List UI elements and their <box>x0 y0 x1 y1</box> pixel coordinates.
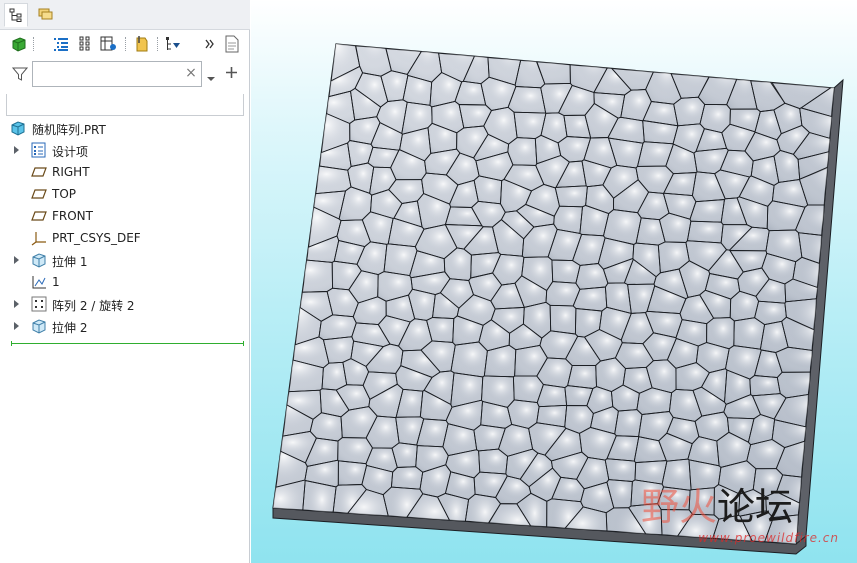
voronoi-cell <box>749 375 781 397</box>
tree-item-label: 阵列 2 / 旋转 2 <box>52 299 135 313</box>
tree-item-label: RIGHT <box>52 165 90 179</box>
insert-here-line[interactable] <box>11 341 244 346</box>
voronoi-cell <box>775 346 834 373</box>
voronoi-cell <box>636 387 673 415</box>
tree-item-extrude-1[interactable]: 拉伸 1 <box>0 249 248 271</box>
tree-item-label: TOP <box>52 187 77 201</box>
panel-tab-strip <box>0 0 250 30</box>
tree-item-front[interactable]: FRONT <box>0 205 248 227</box>
model-render <box>272 43 844 555</box>
model-tree-toolbar <box>0 30 250 58</box>
datum-plane-icon <box>31 211 47 221</box>
tree-item-extrude-2[interactable]: 拉伸 2 <box>0 315 248 337</box>
tree-item-design-items[interactable]: 设计项 <box>0 139 248 161</box>
tree-item-label: FRONT <box>52 209 93 223</box>
voronoi-cell <box>614 409 643 438</box>
pattern-icon <box>31 296 47 312</box>
voronoi-cell <box>776 371 834 399</box>
tree-item-right[interactable]: RIGHT <box>0 161 248 183</box>
voronoi-cell <box>551 259 581 284</box>
search-input[interactable] <box>32 61 202 87</box>
tree-item-pattern-2[interactable]: 阵列 2 / 旋转 2 <box>0 293 248 315</box>
voronoi-cell <box>689 199 726 223</box>
annotation-button[interactable] <box>132 34 152 54</box>
tree-filters-icon <box>79 36 90 51</box>
add-filter-icon[interactable] <box>225 66 238 82</box>
toolbar-separator <box>33 37 35 51</box>
tree-columns-icon <box>54 38 68 51</box>
voronoi-cell <box>273 479 306 534</box>
expand-arrow-icon[interactable] <box>14 146 19 154</box>
voronoi-cell <box>729 290 760 322</box>
model-tree-panel: × 随机阵列.PRT 设计项 RIGHT TOP FRONT PRT_CSYS_… <box>0 0 250 563</box>
voronoi-cell <box>473 175 503 205</box>
tree-root[interactable]: 随机阵列.PRT <box>0 117 248 139</box>
voronoi-cell <box>450 341 488 378</box>
watermark-url: www.proewildfire.cn <box>698 531 839 545</box>
settings-button[interactable] <box>99 34 119 54</box>
voronoi-cells <box>273 44 834 544</box>
extrude-icon <box>32 319 46 334</box>
layers-tab[interactable] <box>34 3 58 27</box>
layers-icon <box>38 8 53 20</box>
extrude-icon <box>32 253 46 268</box>
voronoi-cell <box>300 479 337 536</box>
tree-structure-icon <box>9 8 22 22</box>
toolbar-separator <box>125 37 127 51</box>
tree-columns-button[interactable] <box>51 34 71 54</box>
show-button[interactable] <box>9 34 29 54</box>
expand-arrow-icon[interactable] <box>14 322 19 330</box>
voronoi-cell <box>390 466 424 490</box>
tree-header-area <box>6 94 244 116</box>
tree-item-top[interactable]: TOP <box>0 183 248 205</box>
design-items-icon <box>31 142 46 158</box>
voronoi-cell <box>733 317 766 350</box>
tree-root-label: 随机阵列.PRT <box>32 123 106 137</box>
model-tree-tab[interactable] <box>4 3 28 27</box>
settings-dropdown-button[interactable] <box>164 34 184 54</box>
clear-search-icon[interactable]: × <box>184 66 198 80</box>
details-icon <box>225 35 239 53</box>
settings-icon <box>100 36 116 51</box>
tree-item-label: 1 <box>52 275 60 289</box>
voronoi-cell <box>673 96 706 127</box>
more-button[interactable] <box>200 34 220 54</box>
filter-row: × <box>0 60 250 90</box>
expand-arrow-icon[interactable] <box>14 256 19 264</box>
voronoi-cell <box>277 257 333 294</box>
csys-icon <box>31 232 46 246</box>
sketch-icon <box>32 276 46 289</box>
part-icon <box>11 121 25 136</box>
voronoi-cell <box>686 220 724 244</box>
show-icon <box>12 37 26 52</box>
expand-arrow-icon[interactable] <box>14 300 19 308</box>
voronoi-cell <box>604 458 637 482</box>
datum-plane-icon <box>31 167 47 177</box>
graphics-viewport[interactable]: 野火论坛 www.proewildfire.cn <box>251 0 857 563</box>
tree-item-sketch-1[interactable]: 1 <box>0 271 248 293</box>
more-icon <box>205 39 214 49</box>
settings-dropdown-icon <box>166 37 180 50</box>
search-dropdown-icon[interactable] <box>206 71 216 85</box>
voronoi-cell <box>549 304 577 335</box>
datum-plane-icon <box>31 189 47 199</box>
tree-item-label: 设计项 <box>52 145 89 159</box>
tree-item-label: 拉伸 2 <box>52 321 88 335</box>
tree-item-label: PRT_CSYS_DEF <box>52 231 141 245</box>
voronoi-cell <box>567 364 597 389</box>
voronoi-cell <box>321 361 348 391</box>
watermark-left-text: 野火 <box>641 485 718 529</box>
tree-item-label: 拉伸 1 <box>52 255 88 269</box>
filter-icon[interactable] <box>11 66 29 85</box>
voronoi-cell <box>554 185 588 208</box>
forum-watermark: 野火论坛 www.proewildfire.cn <box>641 485 841 555</box>
watermark-right-text: 论坛 <box>717 485 794 529</box>
voronoi-cell <box>483 344 517 378</box>
tree-filters-button[interactable] <box>74 34 94 54</box>
details-button[interactable] <box>222 34 242 54</box>
voronoi-cell <box>507 137 538 166</box>
toolbar-separator <box>157 37 159 51</box>
tree-item-csys[interactable]: PRT_CSYS_DEF <box>0 227 248 249</box>
annotation-icon <box>136 36 148 52</box>
